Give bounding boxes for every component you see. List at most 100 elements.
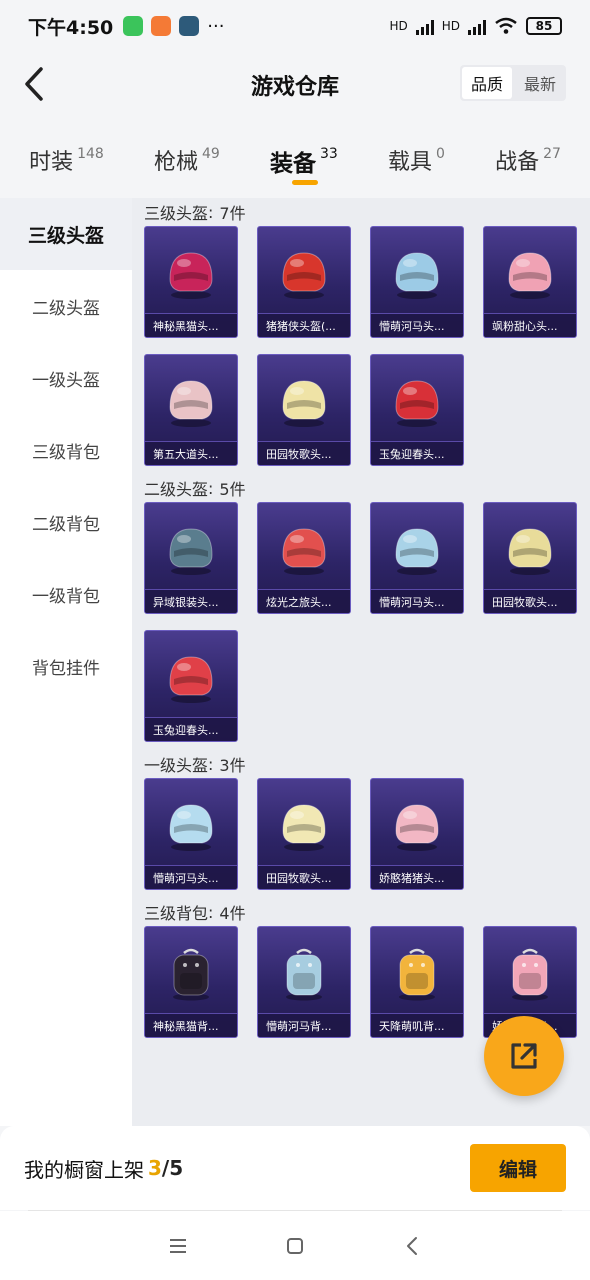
tab-label: 战备 [495, 150, 540, 175]
tab-count: 49 [202, 146, 220, 162]
showcase-bar: 我的橱窗上架 3/5 编辑 [0, 1126, 590, 1210]
more-notifications: ··· [207, 15, 225, 37]
showcase-label: 我的橱窗上架 [24, 1157, 144, 1182]
section-colon: : [208, 902, 214, 922]
tab-vehicles[interactable]: 载具 0 [388, 134, 445, 176]
item-card[interactable]: 娇憨猪猪头... [370, 778, 464, 890]
sidebar-item-level1-backpack[interactable]: 一级背包 [0, 558, 132, 630]
wechat-icon [123, 16, 144, 36]
section-count: 4件 [219, 904, 246, 923]
tab-label: 装备 [269, 151, 316, 177]
item-card[interactable]: 懵萌河马头... [144, 778, 238, 890]
item-card[interactable]: 神秘黑猫背... [144, 926, 238, 1038]
game-app-icon [179, 16, 200, 36]
tab-count: 0 [435, 146, 445, 162]
item-card[interactable]: 玉兔迎春头... [144, 630, 238, 742]
item-card[interactable]: 猪猪侠头盔(... [257, 226, 351, 338]
item-grid: 异域银装头... 炫光之旅头... 懵萌河马头... 田园牧歌头... 玉兔迎春… [144, 502, 590, 742]
sidebar-item-level2-backpack[interactable]: 二级背包 [0, 486, 132, 558]
notification-icons: ··· [123, 16, 224, 37]
network-hd-label: HD [389, 19, 408, 33]
item-name: 天降萌叽背... [371, 1013, 463, 1037]
battery-icon: 85 [526, 17, 562, 35]
item-card[interactable]: 异域银装头... [144, 502, 238, 614]
item-name: 炫光之旅头... [258, 589, 350, 613]
system-nav-bar [0, 1211, 590, 1280]
menu-button[interactable] [158, 1226, 198, 1266]
wifi-icon [495, 17, 517, 34]
item-name: 田园牧歌头... [258, 441, 350, 465]
section-title: 二级头盔:5件 [144, 474, 590, 502]
sidebar: 三级头盔 二级头盔 一级头盔 三级背包 二级背包 一级背包 背包挂件 [0, 198, 132, 1126]
back-button[interactable] [14, 64, 54, 104]
sidebar-item-level2-helmet[interactable]: 二级头盔 [0, 270, 132, 342]
section-title: 三级头盔:7件 [144, 198, 590, 226]
section-count: 5件 [219, 480, 246, 499]
page-title: 游戏仓库 [250, 75, 339, 100]
item-card[interactable]: 懵萌河马背... [257, 926, 351, 1038]
item-card[interactable]: 第五大道头... [144, 354, 238, 466]
tab-equipment[interactable]: 装备 33 [269, 134, 338, 185]
item-card[interactable]: 田园牧歌头... [257, 354, 351, 466]
item-name: 玉兔迎春头... [371, 441, 463, 465]
section-count: 7件 [219, 204, 246, 223]
home-square-icon [286, 1237, 303, 1254]
tab-count: 33 [319, 146, 338, 162]
sidebar-item-level1-helmet[interactable]: 一级头盔 [0, 342, 132, 414]
section-colon: : [208, 754, 214, 774]
sort-latest-button[interactable]: 最新 [514, 65, 566, 101]
share-external-icon [511, 1043, 537, 1069]
showcase-total: 5 [169, 1156, 184, 1180]
network-hd-label-2: HD [441, 19, 460, 33]
item-card[interactable]: 懵萌河马头... [370, 502, 464, 614]
item-card[interactable]: 田园牧歌头... [257, 778, 351, 890]
sidebar-item-backpack-charm[interactable]: 背包挂件 [0, 630, 132, 702]
nav-back-button[interactable] [392, 1226, 432, 1266]
tab-guns[interactable]: 枪械 49 [154, 134, 220, 176]
tab-label: 枪械 [153, 150, 198, 175]
item-card[interactable]: 飒粉甜心头... [483, 226, 577, 338]
showcase-current: 3 [148, 1156, 162, 1180]
item-name: 神秘黑猫背... [145, 1013, 237, 1037]
item-card[interactable]: 炫光之旅头... [257, 502, 351, 614]
section-colon: : [208, 202, 214, 222]
section-title: 三级背包:4件 [144, 898, 590, 926]
tab-battle-gear[interactable]: 战备 27 [495, 134, 561, 176]
sort-quality-button[interactable]: 品质 [462, 67, 512, 99]
status-right: HD HD 85 [389, 17, 562, 35]
edit-button[interactable]: 编辑 [470, 1144, 566, 1192]
tab-count: 27 [543, 146, 561, 162]
back-arrow-icon [25, 67, 43, 101]
clock: 下午4:50 [28, 16, 114, 39]
menu-icon [170, 1238, 187, 1253]
item-name: 懵萌河马头... [371, 589, 463, 613]
item-card[interactable]: 玉兔迎春头... [370, 354, 464, 466]
sidebar-item-level3-backpack[interactable]: 三级背包 [0, 414, 132, 486]
item-card[interactable]: 神秘黑猫头... [144, 226, 238, 338]
tab-label: 载具 [387, 150, 432, 175]
sidebar-item-level3-helmet[interactable]: 三级头盔 [0, 198, 132, 270]
item-name: 田园牧歌头... [258, 865, 350, 889]
item-card[interactable]: 懵萌河马头... [370, 226, 464, 338]
tab-label: 时装 [29, 150, 74, 175]
section-name: 二级头盔 [144, 480, 209, 499]
sort-toggle: 品质 最新 [460, 65, 566, 101]
tab-active-indicator [291, 180, 318, 185]
share-button[interactable] [484, 1016, 564, 1096]
item-name: 猪猪侠头盔(... [258, 313, 350, 337]
section-name: 三级背包 [144, 904, 209, 923]
item-content: 三级头盔:7件 神秘黑猫头... 猪猪侠头盔(... 懵萌河马头... 飒粉甜心… [132, 198, 590, 1126]
section-name: 一级头盔 [144, 756, 209, 775]
tab-fashion[interactable]: 时装 148 [29, 134, 104, 176]
item-card[interactable]: 田园牧歌头... [483, 502, 577, 614]
signal-icon [415, 17, 434, 35]
item-name: 懵萌河马背... [258, 1013, 350, 1037]
home-button[interactable] [275, 1226, 315, 1266]
item-name: 玉兔迎春头... [145, 717, 237, 741]
item-name: 神秘黑猫头... [145, 313, 237, 337]
item-name: 异域银装头... [145, 589, 237, 613]
item-card[interactable]: 天降萌叽背... [370, 926, 464, 1038]
section-count: 3件 [219, 756, 246, 775]
item-name: 懵萌河马头... [371, 313, 463, 337]
item-name: 懵萌河马头... [145, 865, 237, 889]
